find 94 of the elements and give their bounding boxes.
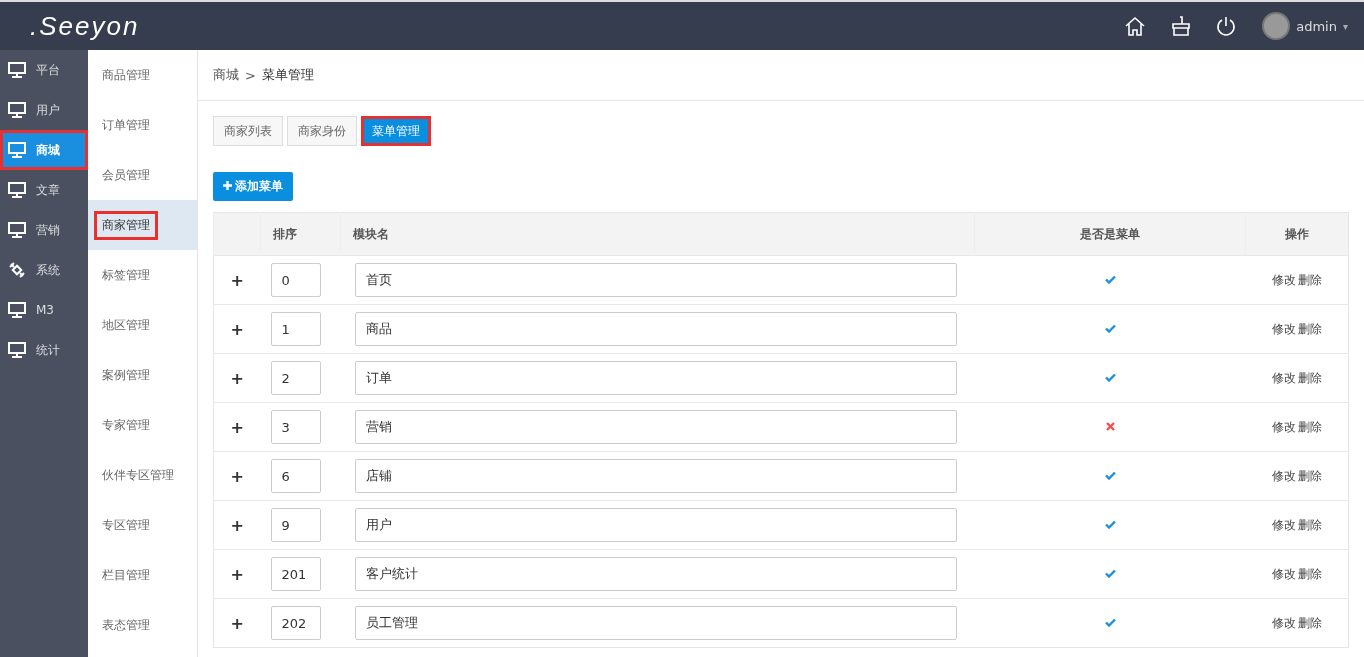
home-icon[interactable] [1124,16,1147,36]
expand-toggle[interactable]: + [230,613,244,633]
module-name-field[interactable]: 首页 [354,263,957,297]
caret-icon[interactable]: ▾ [1342,20,1348,32]
subnav-item[interactable]: 标签管理 [88,250,197,300]
tab[interactable]: 商家列表 [213,116,283,146]
add-menu-button[interactable]: 添加菜单 [213,172,293,201]
nav-item[interactable]: 用户 [0,90,88,130]
monitor-icon [8,222,26,238]
order-field[interactable]: 6 [270,459,321,493]
monitor-icon [8,142,26,158]
expand-toggle[interactable]: + [230,515,244,535]
tab[interactable]: 商家身份 [287,116,357,146]
column-header: 排序 [273,226,297,241]
nav-label: 商城 [36,141,60,159]
subnav-item[interactable]: 栏目管理 [88,550,197,600]
nav-label: 统计 [36,341,60,359]
column-header: 操作 [1285,226,1309,241]
module-name-field[interactable]: 员工管理 [354,606,957,640]
module-name-field[interactable]: 商品 [354,312,957,346]
subnav-item[interactable]: 专家管理 [88,400,197,450]
column-header: 模块名 [353,226,389,241]
nav-label: 系统 [36,261,60,279]
monitor-icon [8,62,26,78]
expand-toggle[interactable]: + [230,417,244,437]
action-link[interactable]: 修改 [1271,419,1296,434]
subnav-item[interactable]: 专区管理 [88,500,197,550]
logo: .Seeyon [30,10,140,42]
action-link[interactable]: 删除 [1297,272,1322,287]
subnav-item[interactable]: 地区管理 [88,300,197,350]
breadcrumb-current: 菜单管理 [261,66,314,84]
subnav-item[interactable]: 案例管理 [88,350,197,400]
user-name[interactable]: admin [1296,18,1337,34]
nav-label: 平台 [36,61,60,79]
action-link[interactable]: 修改 [1271,468,1296,483]
action-link[interactable]: 删除 [1297,419,1322,434]
tab[interactable]: 菜单管理 [361,116,431,146]
nav-item[interactable]: 营销 [0,210,88,250]
nav-item[interactable]: 系统 [0,250,88,290]
action-link[interactable]: 删除 [1297,615,1322,630]
action-link[interactable]: 删除 [1297,370,1322,385]
subnav-item[interactable]: 商品管理 [88,50,197,100]
column-header: 是否是菜单 [1080,226,1140,241]
monitor-icon [8,102,26,118]
order-field[interactable]: 201 [270,557,321,591]
power-icon[interactable] [1216,16,1237,36]
action-link[interactable]: 修改 [1271,370,1296,385]
nav-label: 营销 [36,221,60,239]
monitor-icon [8,182,26,198]
module-name-field[interactable]: 营销 [354,410,957,444]
expand-toggle[interactable]: + [230,368,244,388]
nav-item[interactable]: 文章 [0,170,88,210]
plus-icon [223,181,232,190]
subnav-item[interactable]: 订单管理 [88,100,197,150]
module-name-field[interactable]: 店铺 [354,459,957,493]
subnav-item[interactable]: 商家管理 [88,200,197,250]
breadcrumb-link[interactable]: 商城 [213,66,239,84]
order-field[interactable]: 202 [270,606,321,640]
order-field[interactable]: 9 [270,508,321,542]
nav-item[interactable]: M3 [0,290,88,330]
monitor-icon [8,342,26,358]
expand-toggle[interactable]: + [230,270,244,290]
nav-label: 用户 [36,101,60,119]
expand-toggle[interactable]: + [230,564,244,584]
action-link[interactable]: 删除 [1297,321,1322,336]
subnav-item[interactable]: 伙伴专区管理 [88,450,197,500]
module-name-field[interactable]: 订单 [354,361,957,395]
action-link[interactable]: 修改 [1271,517,1296,532]
action-link[interactable]: 修改 [1271,321,1296,336]
nav-label: 文章 [36,181,60,199]
module-name-field[interactable]: 用户 [354,508,957,542]
avatar[interactable] [1262,12,1291,40]
module-name-field[interactable]: 客户统计 [354,557,957,591]
action-link[interactable]: 修改 [1271,272,1296,287]
order-field[interactable]: 2 [270,361,321,395]
order-field[interactable]: 0 [270,263,321,297]
nav-label: M3 [36,303,54,317]
monitor-icon [8,302,26,318]
breadcrumb-separator: > [245,67,256,83]
action-link[interactable]: 删除 [1297,517,1322,532]
satellite-icon [8,261,26,279]
expand-toggle[interactable]: + [230,466,244,486]
action-link[interactable]: 修改 [1271,615,1296,630]
nav-item[interactable]: 平台 [0,50,88,90]
action-link[interactable]: 删除 [1297,468,1322,483]
subnav-item[interactable]: 会员管理 [88,150,197,200]
expand-toggle[interactable]: + [230,319,244,339]
nav-item[interactable]: 统计 [0,330,88,370]
action-link[interactable]: 修改 [1271,566,1296,581]
subnav-item[interactable]: 表态管理 [88,600,197,650]
order-field[interactable]: 1 [270,312,321,346]
brush-icon[interactable] [1172,16,1191,36]
order-field[interactable]: 3 [270,410,321,444]
action-link[interactable]: 删除 [1297,566,1322,581]
